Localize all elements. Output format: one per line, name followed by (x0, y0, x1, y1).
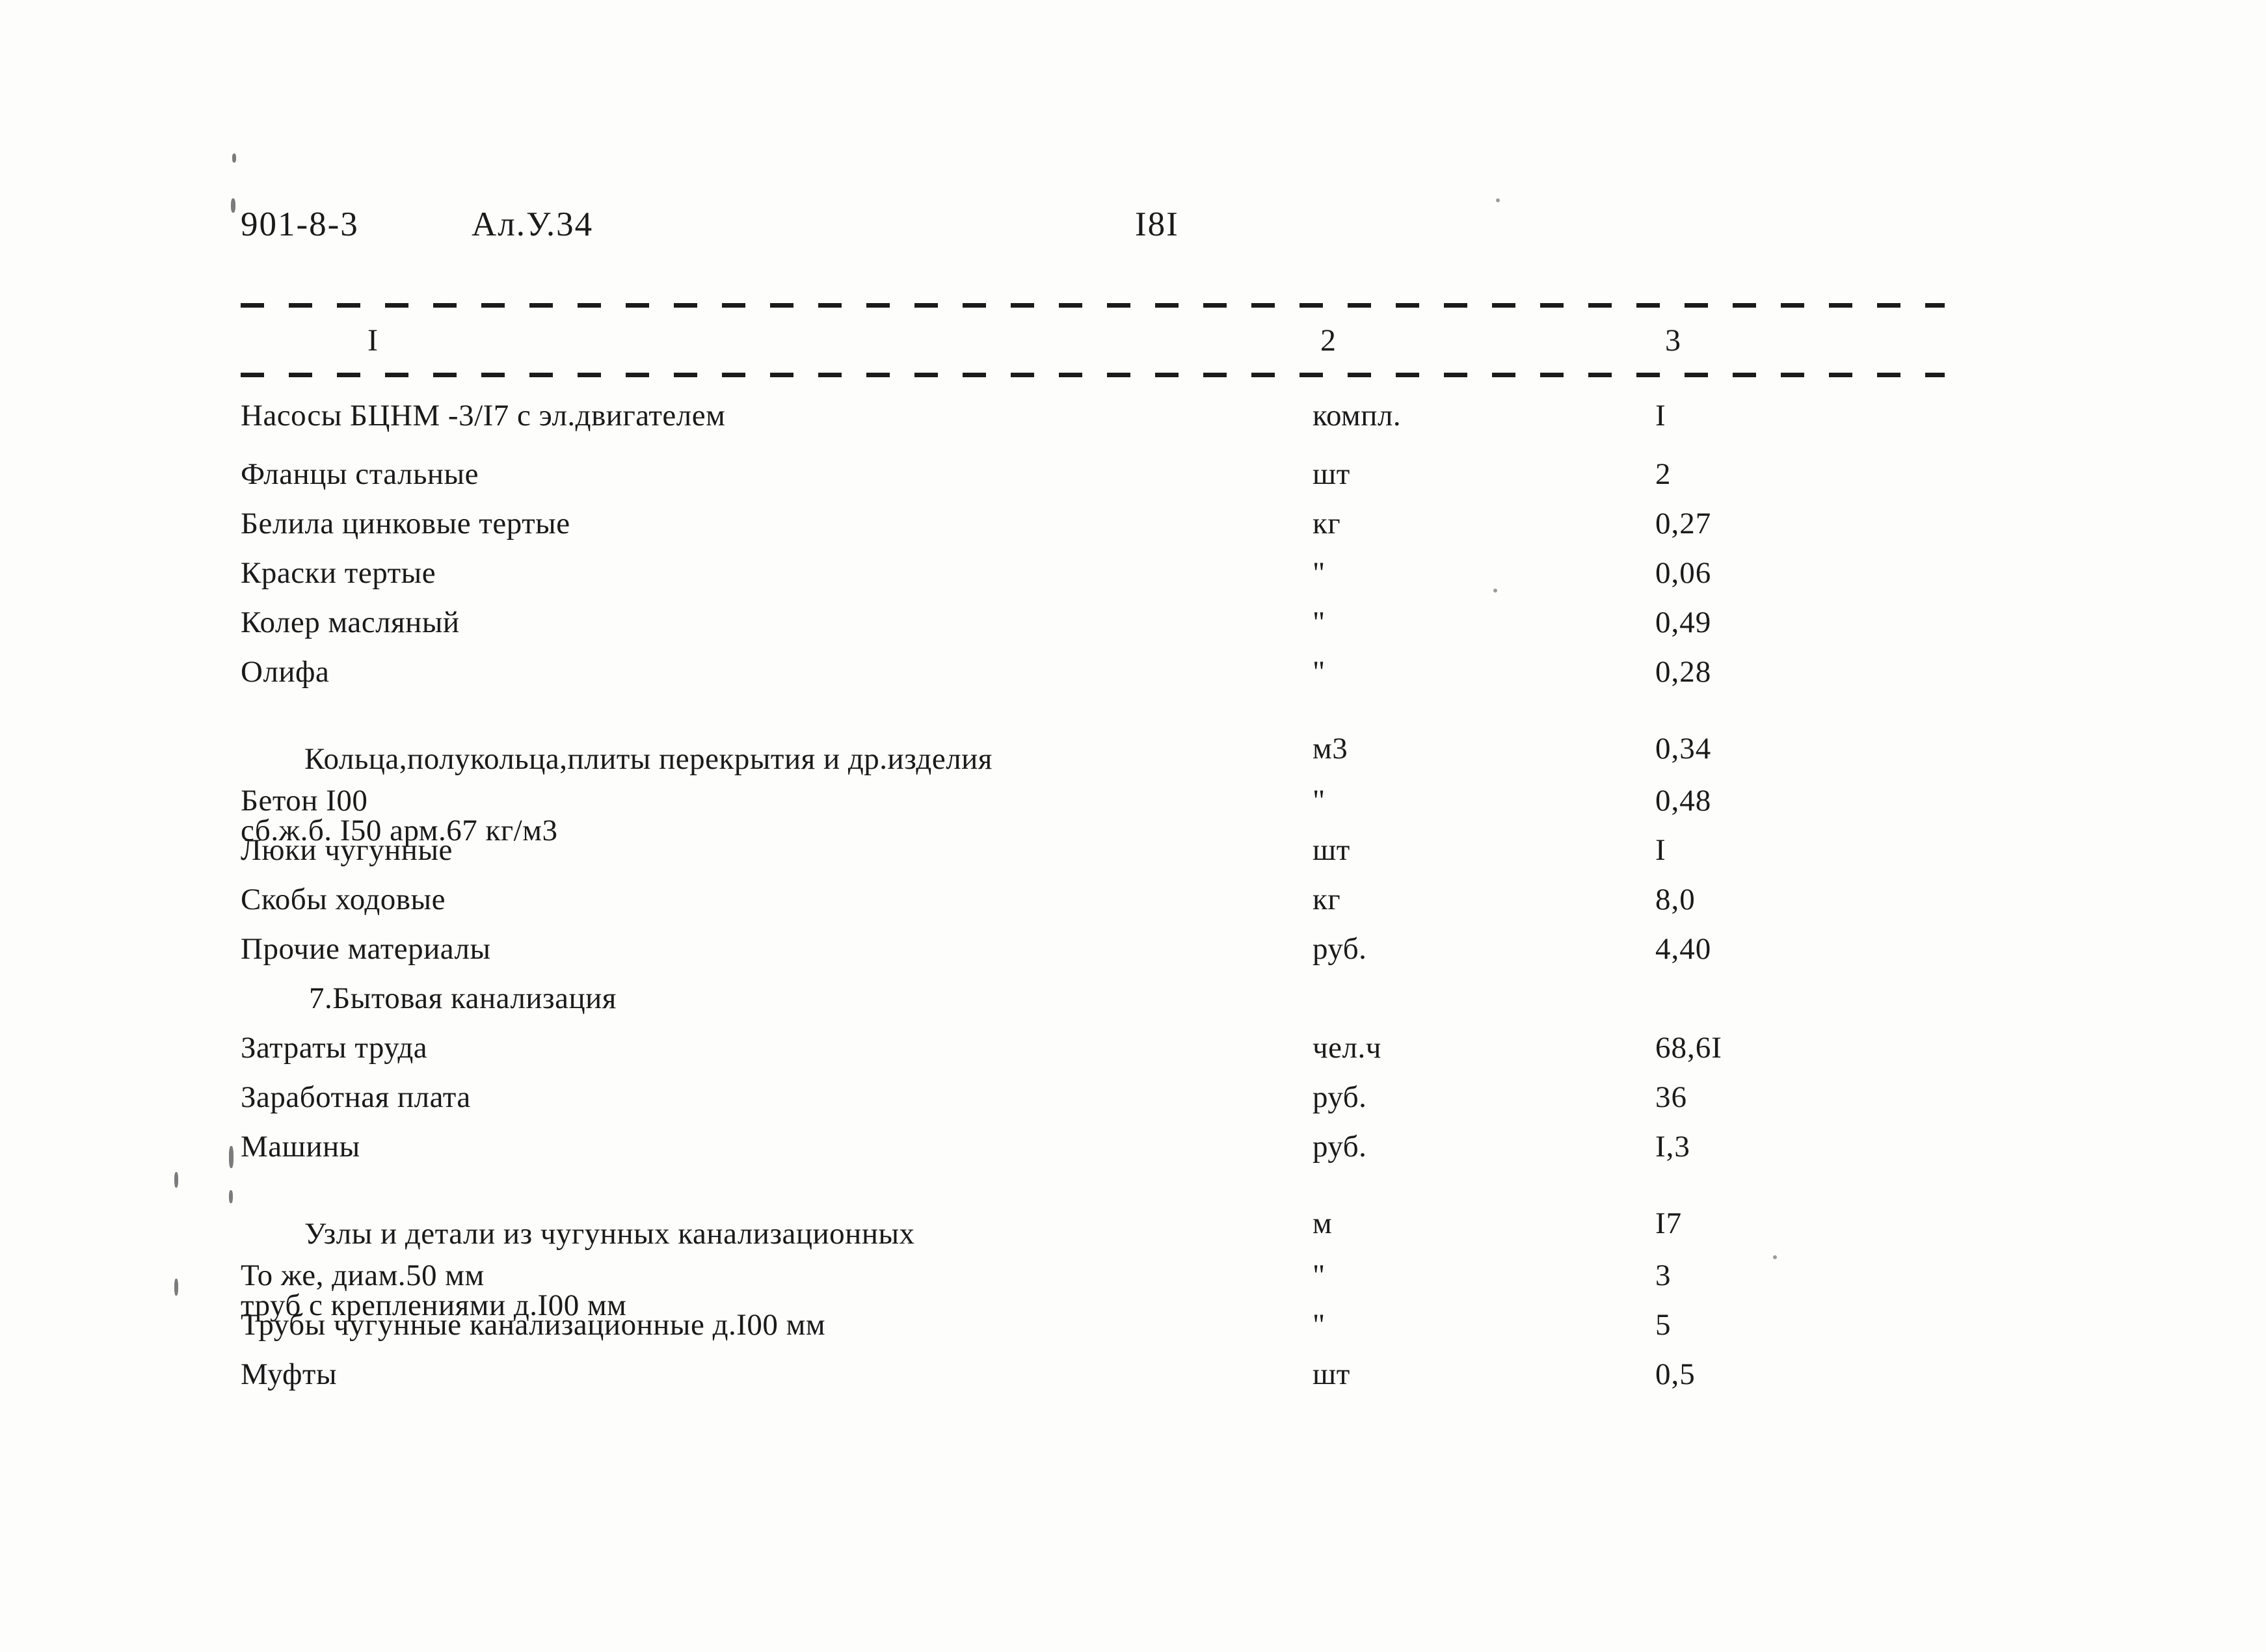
table-row: Трубы чугунные канализационные д.I00 мм … (241, 1306, 1945, 1355)
item-quantity: 68,6I (1655, 1031, 1722, 1065)
item-quantity: 5 (1655, 1308, 1672, 1342)
item-quantity: 0,34 (1655, 732, 1712, 766)
item-quantity: I7 (1655, 1206, 1683, 1240)
item-unit: " (1313, 556, 1326, 590)
item-quantity: 0,06 (1655, 556, 1712, 590)
item-unit: шт (1313, 1357, 1350, 1391)
table-row: Краски тертые " 0,06 (241, 554, 1945, 604)
item-quantity: I,3 (1655, 1130, 1690, 1164)
item-name: Машины (241, 1130, 360, 1164)
item-name: Колер масляный (241, 606, 460, 639)
item-unit: м (1313, 1206, 1333, 1240)
item-quantity: 4,40 (1655, 932, 1712, 966)
item-quantity: 2 (1655, 457, 1672, 491)
item-name: То же, диам.50 мм (241, 1259, 485, 1292)
item-name: Краски тертые (241, 556, 436, 590)
item-name: Люки чугунные (241, 833, 453, 867)
scan-speck (229, 1146, 233, 1168)
scan-speck (232, 153, 236, 163)
item-name: Скобы ходовые (241, 883, 446, 916)
item-unit: кг (1313, 883, 1341, 916)
table-row: Муфты шт 0,5 (241, 1355, 1945, 1405)
table-section-heading-row: 7.Бытовая канализация (241, 979, 1945, 1029)
item-unit: шт (1313, 833, 1350, 867)
table-row: Заработная плата руб. 36 (241, 1078, 1945, 1128)
item-quantity: 3 (1655, 1259, 1672, 1292)
table-row: Скобы ходовые кг 8,0 (241, 881, 1945, 930)
document-page: 901-8-3 Ал.У.34 I8I I 2 3 Насосы БЦНМ -3… (0, 0, 2266, 1652)
item-name: Олифа (241, 655, 330, 689)
section-heading: 7.Бытовая канализация (309, 981, 617, 1015)
item-quantity: I (1655, 833, 1666, 867)
document-code: 901-8-3 (241, 206, 359, 243)
scan-speck (174, 1172, 178, 1188)
item-quantity: 0,49 (1655, 606, 1712, 639)
item-unit: " (1313, 1259, 1326, 1292)
table-rule-top (241, 303, 1945, 308)
item-quantity: 0,28 (1655, 655, 1712, 689)
table-row: Затраты труда чел.ч 68,6I (241, 1029, 1945, 1078)
scan-speck (174, 1279, 178, 1296)
table-row: Бетон I00 " 0,48 (241, 782, 1945, 831)
item-unit: " (1313, 1308, 1326, 1342)
table-row: Узлы и детали из чугунных канализационны… (241, 1177, 1945, 1322)
table-row: Кольца,полукольца,плиты перекрытия и др.… (241, 702, 1945, 847)
table-column-headers: I 2 3 (241, 317, 1945, 365)
document-header: 901-8-3 Ал.У.34 I8I (241, 205, 1958, 250)
item-name: Затраты труда (241, 1031, 428, 1065)
table-rule-bottom (241, 373, 1945, 377)
table-row: Белила цинковые тертые кг 0,27 (241, 505, 1945, 554)
table-row: Колер масляный " 0,49 (241, 604, 1945, 653)
item-quantity: 0,48 (1655, 784, 1712, 818)
item-unit: руб. (1313, 1080, 1367, 1114)
item-unit: м3 (1313, 732, 1348, 766)
item-unit: " (1313, 784, 1326, 818)
scan-fleck (1496, 198, 1500, 202)
item-quantity: 36 (1655, 1080, 1687, 1114)
item-name: Заработная плата (241, 1080, 471, 1114)
table-row: Фланцы стальные шт 2 (241, 455, 1945, 505)
table-row: Насосы БЦНМ -3/I7 с эл.двигателем компл.… (241, 397, 1945, 446)
page-number: I8I (1135, 206, 1179, 243)
item-unit: чел.ч (1313, 1031, 1381, 1065)
item-quantity: 0,27 (1655, 507, 1712, 540)
item-name-line1: Кольца,полукольца,плиты перекрытия и др.… (304, 742, 993, 776)
album-reference: Ал.У.34 (472, 206, 594, 243)
item-name: Фланцы стальные (241, 457, 479, 491)
table-row: Люки чугунные шт I (241, 831, 1945, 881)
table-row: Машины руб. I,3 (241, 1128, 1945, 1177)
item-name-line1: Узлы и детали из чугунных канализационны… (304, 1217, 915, 1251)
scan-speck (231, 198, 235, 213)
item-name: Белила цинковые тертые (241, 507, 570, 540)
column-header-1: I (367, 323, 378, 358)
item-unit: руб. (1313, 1130, 1367, 1164)
item-unit: компл. (1313, 399, 1402, 433)
table-row: То же, диам.50 мм " 3 (241, 1257, 1945, 1306)
item-name: Прочие материалы (241, 932, 491, 966)
scan-speck (229, 1190, 233, 1203)
table-body: Насосы БЦНМ -3/I7 с эл.двигателем компл.… (241, 397, 1945, 1405)
item-name: Муфты (241, 1357, 338, 1391)
table-row: Прочие материалы руб. 4,40 (241, 930, 1945, 979)
item-quantity: 8,0 (1655, 883, 1696, 916)
item-name: Трубы чугунные канализационные д.I00 мм (241, 1308, 826, 1342)
item-unit: " (1313, 606, 1326, 639)
column-header-2: 2 (1320, 323, 1336, 358)
item-unit: шт (1313, 457, 1350, 491)
item-unit: " (1313, 655, 1326, 689)
item-quantity: I (1655, 399, 1666, 433)
item-quantity: 0,5 (1655, 1357, 1696, 1391)
item-name: Бетон I00 (241, 784, 368, 818)
item-unit: руб. (1313, 932, 1367, 966)
table-row: Олифа " 0,28 (241, 653, 1945, 702)
item-unit: кг (1313, 507, 1341, 540)
column-header-3: 3 (1665, 323, 1681, 358)
item-name: Насосы БЦНМ -3/I7 с эл.двигателем (241, 399, 726, 433)
